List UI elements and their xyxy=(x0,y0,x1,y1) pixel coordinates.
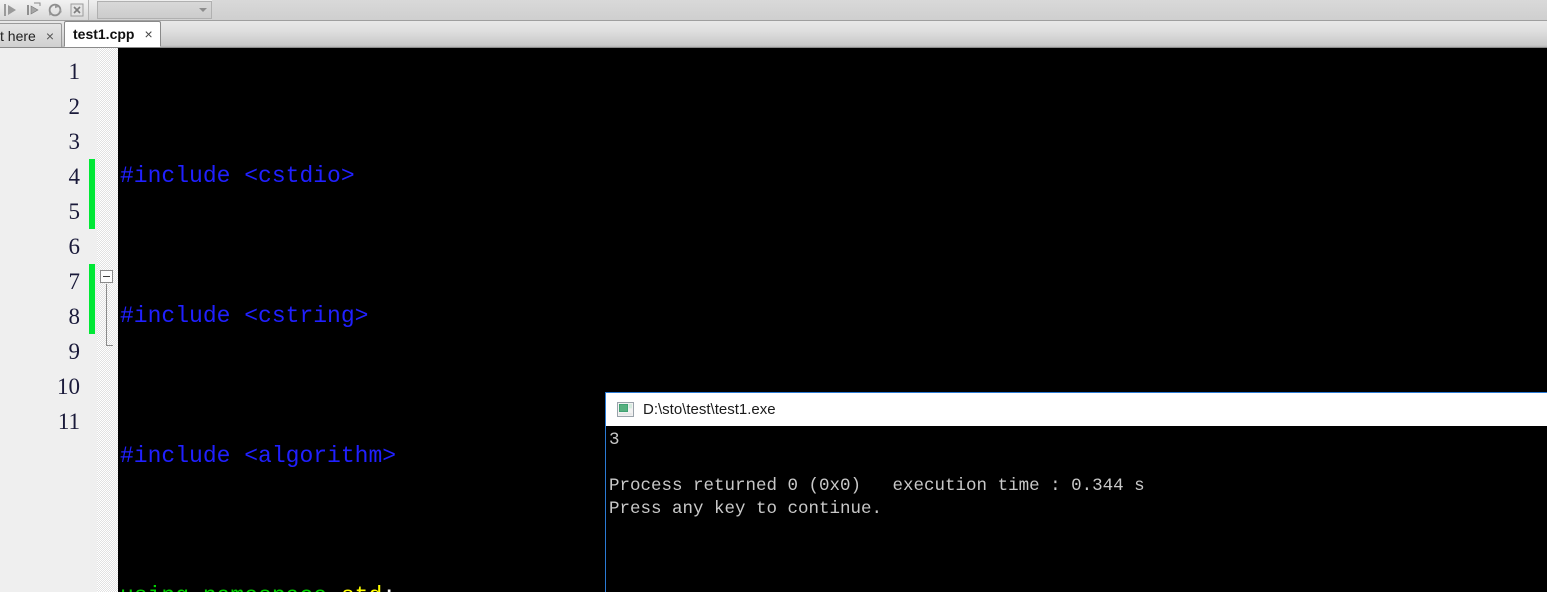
space-4b xyxy=(327,583,341,592)
identifier-std: std xyxy=(341,583,382,592)
tab-test1-cpp[interactable]: test1.cpp × xyxy=(64,21,161,47)
console-title-text: D:\sto\test\test1.exe xyxy=(643,401,776,418)
line-number: 6 xyxy=(68,234,81,259)
semicolon-4: ; xyxy=(382,583,396,592)
code-line-1: #include <cstdio> xyxy=(120,159,1547,194)
tab-close-icon[interactable]: × xyxy=(144,27,152,41)
space-1 xyxy=(230,163,244,189)
preprocessor-directive: #include xyxy=(120,163,231,189)
line-number: 7 xyxy=(68,269,81,294)
keyword-namespace: namespace xyxy=(203,583,327,592)
chevron-down-icon xyxy=(199,8,207,12)
modified-line-bar xyxy=(89,264,95,334)
preprocessor-directive: #include xyxy=(120,303,231,329)
debug-step-out-icon[interactable] xyxy=(44,1,66,20)
change-indicator-gutter xyxy=(88,48,97,592)
line-number: 11 xyxy=(57,409,80,434)
space-3 xyxy=(230,443,244,469)
keyword-using: using xyxy=(120,583,189,592)
tab-start-here[interactable]: t here × xyxy=(0,23,62,47)
console-window-icon xyxy=(617,402,634,417)
include-header: <cstring> xyxy=(244,303,369,329)
include-header: <algorithm> xyxy=(244,443,397,469)
line-number: 4 xyxy=(68,164,81,189)
fold-range-line xyxy=(106,284,107,346)
modified-line-bar xyxy=(89,159,95,229)
debug-toolbar-buttons xyxy=(0,0,89,20)
line-number: 9 xyxy=(68,339,81,364)
debug-continue-icon[interactable] xyxy=(0,1,22,20)
tab-label: test1.cpp xyxy=(73,26,135,42)
console-window[interactable]: D:\sto\test\test1.exe 3 Process returned… xyxy=(605,392,1547,592)
code-line-2: #include <cstring> xyxy=(120,299,1547,334)
space-4a xyxy=(189,583,203,592)
line-number-gutter: 1 2 3 4 5 6 7 8 9 10 11 xyxy=(0,48,88,592)
line-number: 3 xyxy=(68,129,81,154)
tab-close-icon[interactable]: × xyxy=(46,29,54,43)
debug-stop-icon[interactable] xyxy=(66,1,88,20)
line-number: 8 xyxy=(68,304,81,329)
tab-label: t here xyxy=(0,27,36,44)
preprocessor-directive: #include xyxy=(120,443,231,469)
fold-collapse-icon[interactable] xyxy=(100,270,113,283)
line-number: 5 xyxy=(68,199,81,224)
console-title-bar[interactable]: D:\sto\test\test1.exe xyxy=(606,393,1547,426)
debug-target-combobox[interactable] xyxy=(97,1,212,19)
toolbar-empty-area xyxy=(212,0,1547,20)
ide-window: t here × test1.cpp × 1 2 3 4 5 6 7 8 9 1… xyxy=(0,0,1547,592)
code-folding-gutter[interactable] xyxy=(97,48,118,592)
fold-range-end xyxy=(106,345,113,346)
editor-tab-bar: t here × test1.cpp × xyxy=(0,21,1547,48)
line-number: 2 xyxy=(68,94,81,119)
line-number: 10 xyxy=(57,374,80,399)
include-header: <cstdio> xyxy=(244,163,355,189)
console-output: 3 Process returned 0 (0x0) execution tim… xyxy=(606,426,1547,592)
space-2 xyxy=(230,303,244,329)
debug-step-into-icon[interactable] xyxy=(22,1,44,20)
line-number: 1 xyxy=(68,59,81,84)
debug-toolbar xyxy=(0,0,1547,21)
